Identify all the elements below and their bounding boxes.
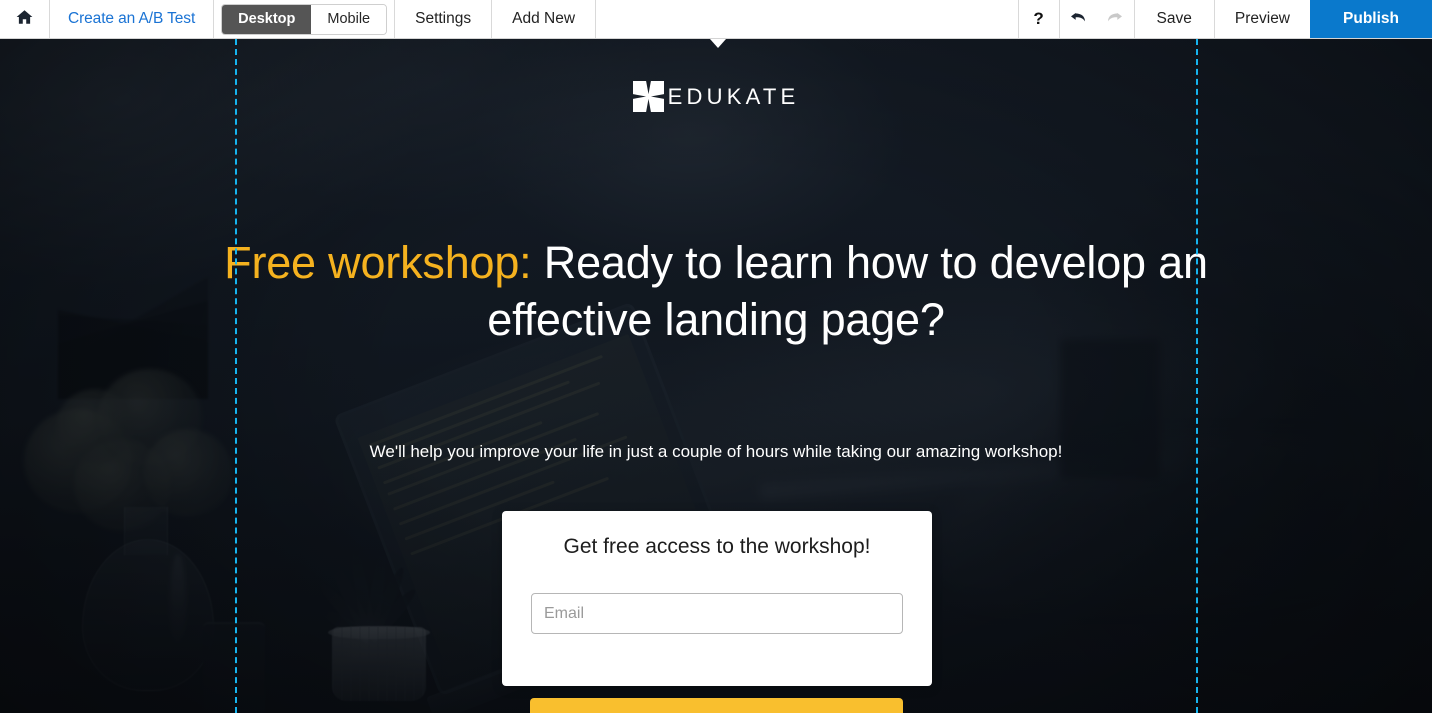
hero-section: EDUKATE Free workshop: Ready to learn ho…: [0, 39, 1432, 713]
save-label: Save: [1156, 10, 1192, 27]
publish-label: Publish: [1343, 10, 1399, 27]
headline-accent-text: Free workshop:: [224, 237, 532, 288]
device-option-desktop[interactable]: Desktop: [222, 4, 312, 34]
email-input[interactable]: [531, 593, 903, 634]
home-button[interactable]: [0, 0, 49, 38]
editor-toolbar: Create an A/B Test Desktop Mobile Settin…: [0, 0, 1432, 39]
signup-form-card[interactable]: Get free access to the workshop!: [502, 511, 932, 686]
site-logo[interactable]: EDUKATE: [0, 81, 1432, 112]
preview-label: Preview: [1234, 10, 1291, 27]
edukate-x-mark-icon: [632, 81, 664, 112]
start-for-free-button[interactable]: START FOR FREE!: [530, 698, 903, 713]
redo-arrow-icon: [1104, 7, 1126, 32]
hero-headline[interactable]: Free workshop: Ready to learn how to dev…: [0, 234, 1432, 348]
add-new-label: Add New: [512, 10, 576, 27]
device-option-mobile[interactable]: Mobile: [311, 4, 387, 34]
device-toggle: Desktop Mobile: [214, 0, 394, 38]
form-title: Get free access to the workshop!: [563, 535, 871, 558]
headline-rest-text: Ready to learn how to develop an effecti…: [487, 237, 1208, 346]
home-icon: [15, 8, 34, 31]
redo-button[interactable]: [1097, 0, 1134, 38]
preview-button[interactable]: Preview: [1215, 0, 1310, 38]
settings-label: Settings: [415, 10, 472, 27]
landing-page-canvas[interactable]: EDUKATE Free workshop: Ready to learn ho…: [0, 39, 1432, 713]
guide-line-right: [1196, 39, 1198, 713]
hero-subheadline[interactable]: We'll help you improve your life in just…: [0, 438, 1432, 466]
guide-line-left: [235, 39, 237, 713]
add-new-button[interactable]: Add New: [492, 0, 595, 38]
drop-marker-triangle-icon: [710, 39, 726, 48]
undo-button[interactable]: [1060, 0, 1097, 38]
undo-arrow-icon: [1067, 7, 1089, 32]
help-button[interactable]: ?: [1019, 0, 1059, 38]
question-mark-icon: ?: [1033, 9, 1044, 28]
settings-button[interactable]: Settings: [395, 0, 491, 38]
save-button[interactable]: Save: [1135, 0, 1214, 38]
create-ab-test-label: Create an A/B Test: [68, 10, 196, 27]
publish-button[interactable]: Publish: [1310, 0, 1432, 38]
device-segmented-control: Desktop Mobile: [221, 3, 388, 35]
create-ab-test-button[interactable]: Create an A/B Test: [50, 0, 213, 38]
logo-wordmark: EDUKATE: [667, 83, 800, 109]
